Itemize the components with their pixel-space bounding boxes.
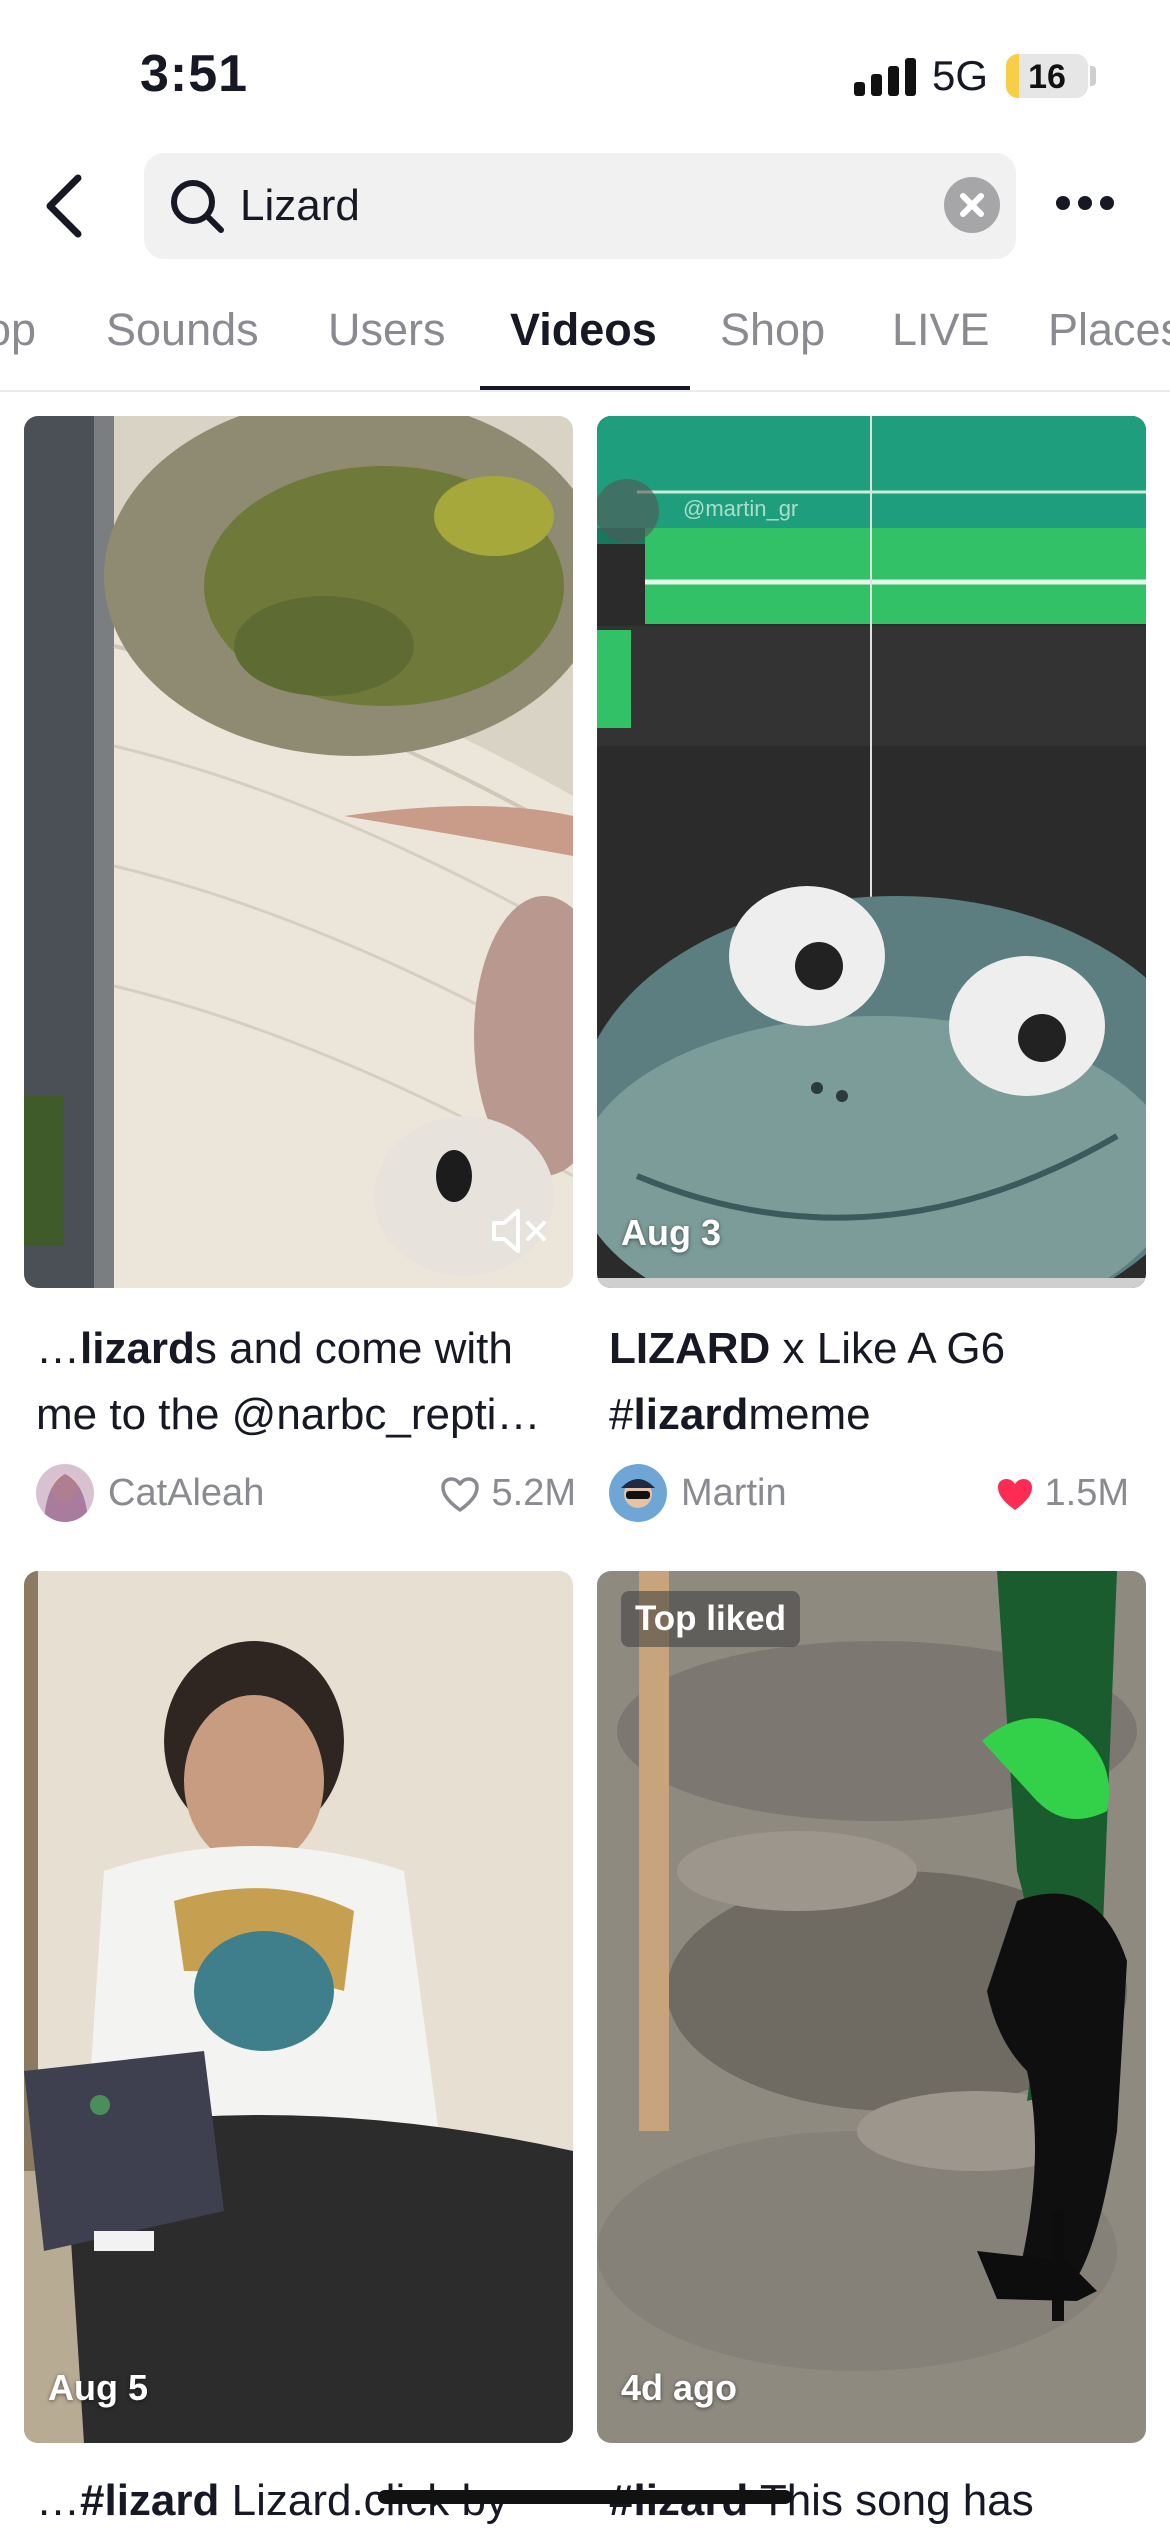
search-icon [171, 180, 224, 233]
video-3-image [24, 1571, 573, 2443]
status-time: 3:51 [140, 45, 249, 103]
caption-highlight: #lizard [80, 2476, 220, 2525]
caption-text: This song has [748, 2476, 1034, 2525]
like-count: 5.2M [491, 1472, 576, 1514]
battery-level: 16 [1028, 58, 1066, 96]
caption-text: … [36, 1324, 80, 1373]
date-badge: Aug 3 [621, 1212, 722, 1253]
search-input[interactable]: Lizard [240, 181, 360, 231]
video-1-image [24, 416, 573, 1288]
author-name[interactable]: CatAleah [108, 1472, 264, 1515]
tab-videos[interactable]: Videos [510, 304, 657, 356]
clear-search-button[interactable] [944, 177, 1000, 233]
video-author-row-2: Martin 1.5M [609, 1462, 1129, 1526]
tab-places[interactable]: Places [1048, 304, 1170, 356]
heart-outline-icon [441, 1477, 479, 1512]
video-caption-1[interactable]: …lizards and come with me to the @narbc_… [36, 1316, 566, 1448]
tab-shop[interactable]: Shop [720, 304, 825, 356]
status-bar: 3:51 5G 16 [0, 0, 1170, 140]
network-type: 5G [932, 52, 989, 99]
muted-speaker-icon[interactable] [490, 1206, 548, 1256]
avatar-image [609, 1464, 667, 1522]
battery-tip [1090, 66, 1096, 86]
signal-strength-icon [854, 58, 916, 96]
top-liked-badge: Top liked [621, 1591, 801, 1647]
date-badge: 4d ago [621, 2367, 738, 2408]
heart-filled-icon [998, 1479, 1032, 1510]
video-4-image [597, 1571, 1146, 2443]
more-options-button[interactable] [1050, 180, 1120, 230]
search-bar[interactable]: Lizard [144, 153, 1016, 259]
video-thumbnail-1[interactable] [24, 416, 573, 1288]
avatar[interactable] [36, 1464, 94, 1522]
avatar[interactable] [609, 1464, 667, 1522]
back-arrow-icon [46, 174, 82, 238]
clear-icon [960, 193, 984, 217]
video-thumbnail-3[interactable]: Aug 5 [24, 1571, 573, 2443]
date-badge: Aug 5 [48, 2367, 149, 2408]
tab-top[interactable]: op [0, 304, 36, 356]
caption-text: meme [748, 1390, 871, 1439]
author-name[interactable]: Martin [681, 1472, 787, 1515]
caption-highlight: lizard [633, 1390, 749, 1439]
video-2-image [597, 416, 1146, 1288]
video-thumbnail-4[interactable]: Top liked 4d ago [597, 1571, 1146, 2443]
video-caption-2[interactable]: LIZARD x Like A G6 #lizardmeme [609, 1316, 1139, 1448]
tab-users[interactable]: Users [328, 304, 446, 356]
caption-highlight: LIZARD [609, 1324, 771, 1373]
home-indicator[interactable] [378, 2490, 792, 2504]
active-tab-indicator [480, 386, 690, 390]
battery-icon: 16 [1006, 54, 1088, 98]
video-author-row-1: CatAleah 5.2M [36, 1462, 576, 1526]
tab-live[interactable]: LIVE [892, 304, 990, 356]
avatar-image [36, 1464, 94, 1522]
more-icon-dot [1100, 196, 1114, 210]
like-count: 1.5M [1044, 1472, 1129, 1514]
video-thumbnail-2[interactable]: @martin_gr Aug 3 [597, 416, 1146, 1288]
caption-highlight: lizard [80, 1324, 195, 1373]
more-icon-dot [1056, 196, 1070, 210]
search-tabs: op Sounds Users Videos Shop LIVE Places [0, 280, 1170, 392]
back-button[interactable] [30, 168, 100, 244]
tab-sounds[interactable]: Sounds [106, 304, 259, 356]
more-icon-dot [1078, 196, 1092, 210]
creator-watermark: @martin_gr [683, 496, 799, 521]
caption-text: … [36, 2476, 80, 2525]
